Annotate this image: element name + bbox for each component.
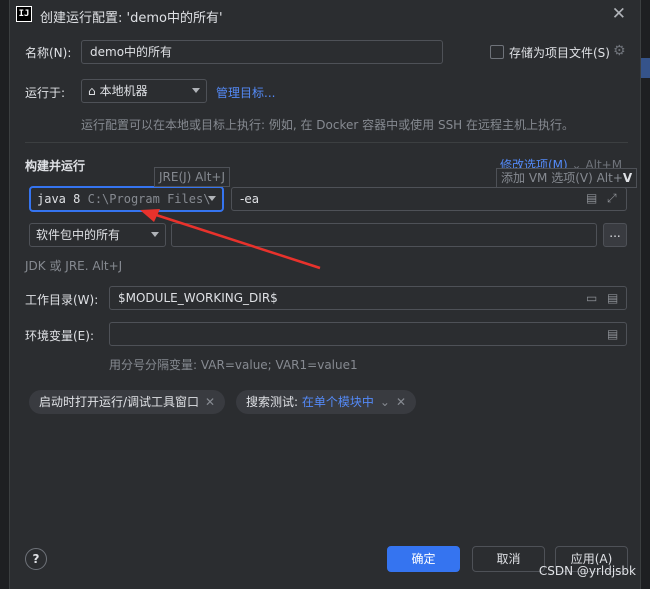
store-as-project-label[interactable]: 存储为项目文件(S): [509, 44, 610, 61]
working-dir-value: $MODULE_WORKING_DIR$: [118, 291, 278, 305]
test-kind-value: 软件包中的所有: [36, 228, 121, 242]
jre-version: java 8: [37, 192, 81, 206]
working-dir-label: 工作目录(W):: [25, 293, 99, 307]
working-dir-input[interactable]: $MODULE_WORKING_DIR$: [109, 286, 627, 310]
run-target-value: 本地机器: [99, 84, 148, 98]
open-tool-window-label: 启动时打开运行/调试工具窗口: [39, 395, 200, 409]
help-button[interactable]: ?: [25, 548, 47, 570]
folder-icon[interactable]: ▭: [586, 291, 597, 305]
search-tests-chip[interactable]: 搜索测试: 在单个模块中 ⌄ ✕: [236, 390, 417, 414]
vm-options-value: -ea: [240, 192, 260, 206]
name-input[interactable]: demo中的所有: [81, 40, 443, 64]
run-config-dialog: IJ 创建运行配置: 'demo中的所有' ✕ 名称(N): demo中的所有 …: [9, 0, 641, 589]
close-icon[interactable]: ✕: [612, 4, 626, 24]
section-divider: [25, 142, 628, 143]
document-icon[interactable]: ▤: [586, 191, 597, 205]
vm-tooltip-text: 添加 VM 选项(V) Alt+: [501, 171, 623, 185]
background-window-right: [641, 0, 650, 589]
close-icon[interactable]: ✕: [205, 395, 215, 409]
chevron-down-icon: [151, 232, 159, 237]
search-tests-value[interactable]: 在单个模块中: [302, 395, 374, 409]
title-bar: IJ 创建运行配置: 'demo中的所有' ✕: [10, 0, 640, 30]
background-selection-strip: [641, 58, 650, 78]
jre-dropdown[interactable]: java 8 C:\Program Files\: [29, 186, 224, 212]
background-window-left: [0, 0, 9, 589]
jdk-hint: JDK 或 JRE. Alt+J: [25, 259, 123, 273]
gear-icon[interactable]: ⚙: [613, 43, 626, 59]
run-on-hint: 运行配置可以在本地或目标上执行: 例如, 在 Docker 容器中或使用 SSH…: [81, 118, 575, 132]
test-kind-dropdown[interactable]: 软件包中的所有: [29, 223, 166, 247]
manage-targets-link[interactable]: 管理目标...: [216, 84, 275, 101]
env-vars-input[interactable]: [109, 322, 627, 346]
build-run-title: 构建并运行: [25, 159, 86, 173]
jre-path: C:\Program Files\: [87, 192, 211, 206]
close-icon[interactable]: ✕: [396, 395, 406, 409]
vm-options-input[interactable]: -ea: [231, 187, 627, 211]
name-label: 名称(N):: [25, 46, 72, 60]
vm-options-tooltip: 添加 VM 选项(V) Alt+V: [496, 168, 638, 188]
env-vars-hint: 用分号分隔变量: VAR=value; VAR1=value1: [109, 358, 358, 372]
package-input[interactable]: [171, 223, 597, 247]
chevron-down-icon: ⌄: [379, 395, 390, 409]
jre-tooltip: JRE(J) Alt+J: [154, 167, 231, 187]
dialog-title: 创建运行配置: 'demo中的所有': [40, 11, 223, 26]
chevron-down-icon: [208, 196, 216, 201]
document-icon[interactable]: ▤: [607, 327, 618, 341]
search-tests-label: 搜索测试:: [246, 395, 299, 409]
vm-tooltip-key: V: [622, 171, 633, 185]
browse-button[interactable]: ...: [603, 223, 627, 247]
open-tool-window-chip[interactable]: 启动时打开运行/调试工具窗口 ✕: [29, 390, 226, 414]
expand-icon[interactable]: ⤢: [607, 191, 617, 206]
ok-button[interactable]: 确定: [387, 546, 460, 572]
cancel-button[interactable]: 取消: [472, 546, 545, 572]
home-icon: ⌂: [88, 84, 96, 98]
watermark: CSDN @yrldjsbk: [538, 564, 636, 578]
chevron-down-icon: [192, 88, 200, 93]
env-vars-label: 环境变量(E):: [25, 329, 94, 343]
run-target-dropdown[interactable]: ⌂ 本地机器: [81, 79, 207, 103]
document-icon[interactable]: ▤: [607, 291, 618, 305]
intellij-app-icon: IJ: [16, 6, 32, 22]
store-as-project-checkbox[interactable]: [490, 45, 504, 59]
run-on-label: 运行于:: [25, 86, 66, 100]
